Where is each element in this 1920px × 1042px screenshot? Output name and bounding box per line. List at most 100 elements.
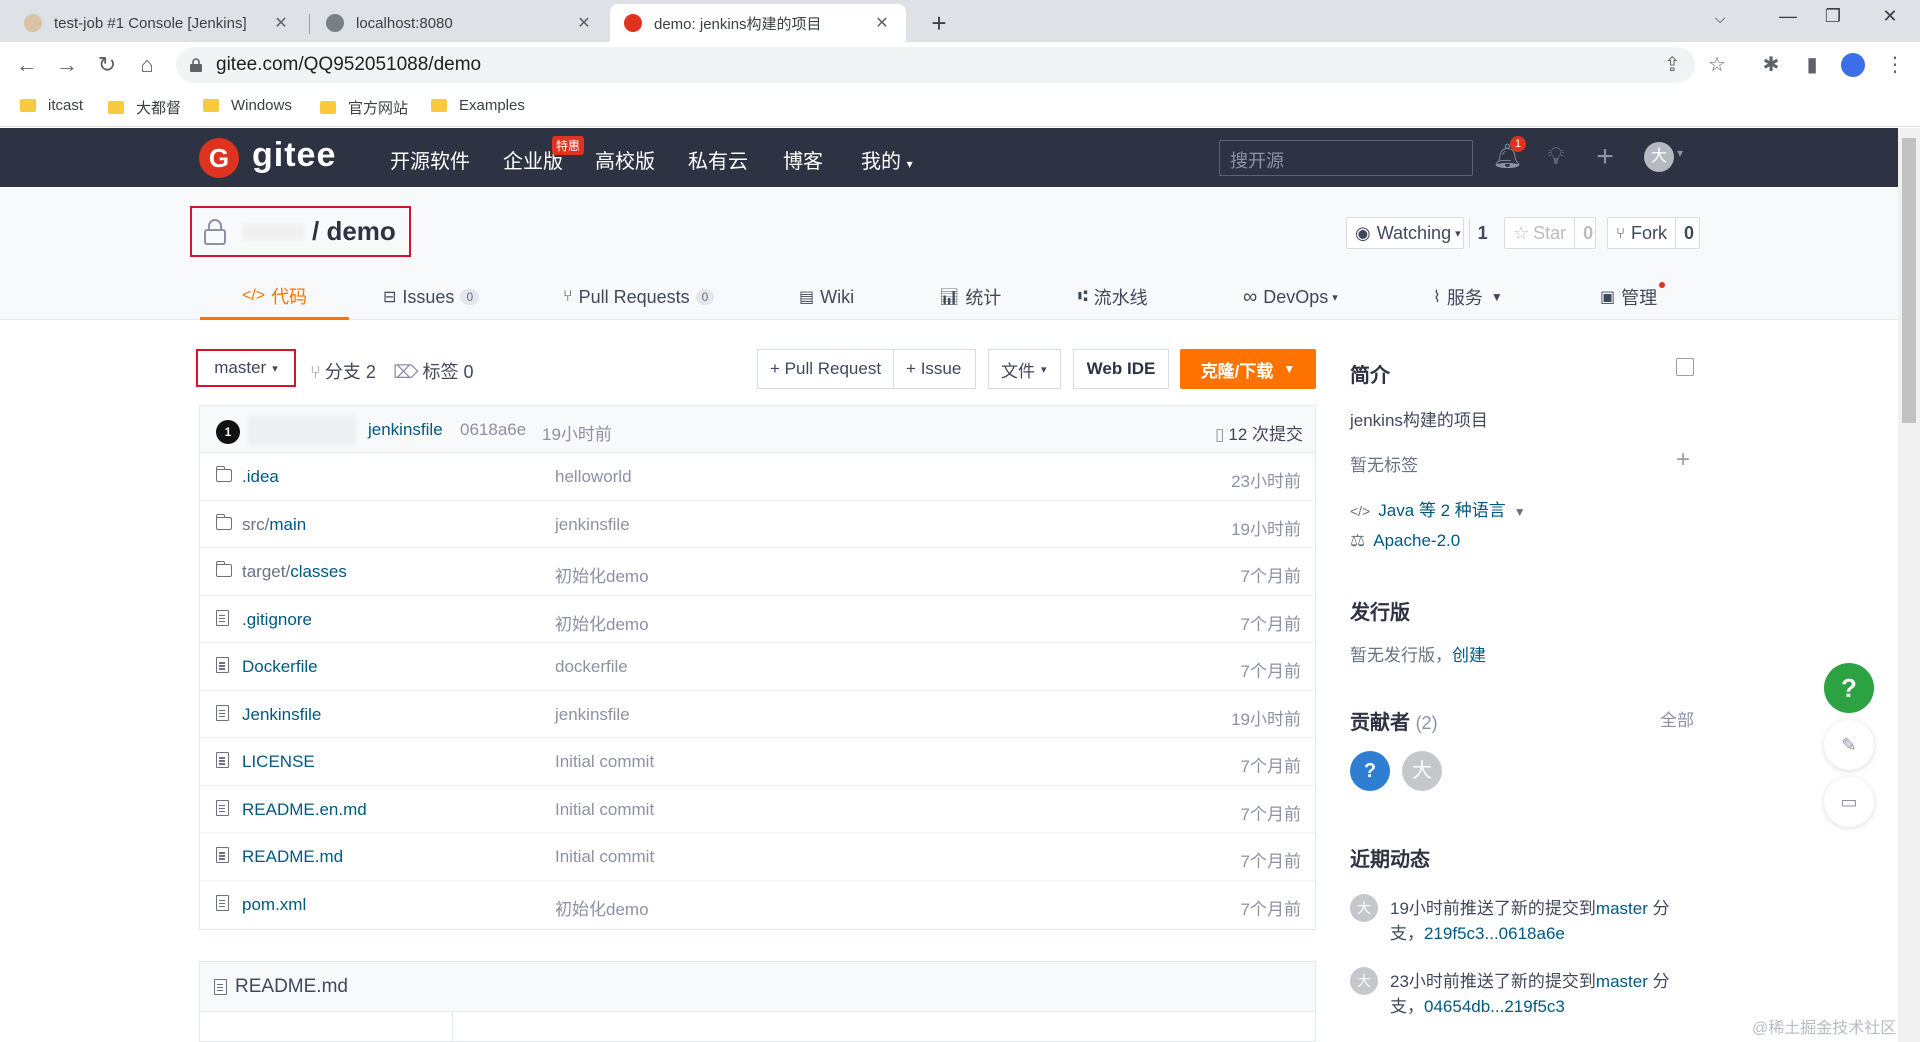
file-row[interactable]: LICENSE Initial commit 7个月前 <box>200 738 1315 786</box>
file-commit-message[interactable]: helloworld <box>555 467 632 487</box>
file-commit-message[interactable]: Initial commit <box>555 800 654 820</box>
file-row[interactable]: pom.xml 初始化demo 7个月前 <box>200 881 1315 929</box>
tab-pipeline[interactable]: ⑆ 流水线 <box>1078 274 1148 320</box>
activity-commit-range-link[interactable]: 219f5c3...0618a6e <box>1424 924 1565 943</box>
file-row[interactable]: .gitignore 初始化demo 7个月前 <box>200 596 1315 643</box>
branches-link[interactable]: ⑂ 分支 2 <box>310 358 376 384</box>
tab-stats[interactable]: 📊︎ 统计 <box>939 274 1001 320</box>
file-name-link[interactable]: Jenkinsfile <box>242 705 321 725</box>
bookmark-itcast[interactable]: itcast <box>20 97 83 114</box>
branch-selector[interactable]: master ▾ <box>196 349 296 387</box>
latest-commit-message[interactable]: jenkinsfile <box>368 420 443 440</box>
file-name-link[interactable]: target/classes <box>242 562 347 582</box>
file-commit-message[interactable]: Initial commit <box>555 752 654 772</box>
new-tab-button[interactable]: + <box>924 8 954 39</box>
file-name-link[interactable]: LICENSE <box>242 752 315 772</box>
tab-manage[interactable]: ▣ 管理 <box>1600 274 1666 320</box>
new-pull-request-button[interactable]: + Pull Request <box>758 350 893 388</box>
file-commit-message[interactable]: dockerfile <box>555 657 628 677</box>
nav-private-cloud[interactable]: 私有云 <box>688 145 748 174</box>
file-name-link[interactable]: .gitignore <box>242 610 312 630</box>
caret-down-icon[interactable]: ▾ <box>1677 146 1683 160</box>
activity-avatar[interactable]: 大 <box>1350 894 1378 922</box>
all-contributors-link[interactable]: 全部 <box>1660 706 1694 731</box>
close-window-button[interactable]: ✕ <box>1875 6 1905 27</box>
browser-tab-localhost[interactable]: localhost:8080 ✕ <box>312 4 608 42</box>
scrollbar-thumb[interactable] <box>1902 138 1916 423</box>
file-row[interactable]: target/classes 初始化demo 7个月前 <box>200 548 1315 596</box>
watching-button[interactable]: ◉ Watching ▾ 1 <box>1346 217 1488 249</box>
nav-open-source[interactable]: 开源软件 <box>390 145 470 174</box>
file-menu-button[interactable]: 文件 ▾ <box>988 349 1061 389</box>
file-row[interactable]: Dockerfile dockerfile 7个月前 <box>200 643 1315 691</box>
file-name-link[interactable]: pom.xml <box>242 895 306 915</box>
share-icon[interactable]: ⇪ <box>1664 52 1681 77</box>
edit-intro-icon[interactable] <box>1676 358 1694 376</box>
repo-owner-redacted[interactable] <box>242 223 304 240</box>
gitee-logo-text[interactable]: gitee <box>252 136 336 175</box>
create-plus-icon[interactable]: + <box>1590 142 1620 172</box>
nav-blog[interactable]: 博客 <box>783 145 823 174</box>
latest-commit-hash[interactable]: 0618a6e <box>460 420 526 440</box>
chat-message-button[interactable]: ▭ <box>1824 777 1874 827</box>
tab-issues[interactable]: ⊟ Issues 0 <box>383 274 480 320</box>
forward-button[interactable]: → <box>52 50 82 80</box>
close-tab-icon[interactable]: ✕ <box>271 13 291 33</box>
file-commit-message[interactable]: 初始化demo <box>555 562 649 587</box>
tab-search-chevron-icon[interactable]: ⌵ <box>1705 10 1735 27</box>
bookmark-dadudu[interactable]: 大都督 <box>108 97 181 118</box>
tab-devops[interactable]: ∞ DevOps ▾ <box>1243 274 1338 320</box>
activity-avatar[interactable]: 大 <box>1350 967 1378 995</box>
commit-count-link[interactable]: ▯ 12 次提交 <box>1215 420 1303 445</box>
tab-wiki[interactable]: ▤ Wiki <box>799 274 854 320</box>
activity-branch-link[interactable]: master <box>1596 899 1648 918</box>
bookmark-examples[interactable]: Examples <box>431 97 525 114</box>
language-info[interactable]: </> Java 等 2 种语言 ▼ <box>1350 496 1526 521</box>
file-name-link[interactable]: README.md <box>242 847 343 867</box>
file-commit-message[interactable]: 初始化demo <box>555 895 649 920</box>
repo-name[interactable]: / demo <box>312 216 396 247</box>
tab-services[interactable]: ⌇ 服务 ▼ <box>1433 274 1503 320</box>
close-tab-icon[interactable]: ✕ <box>872 13 892 33</box>
fork-button[interactable]: ⑂ Fork 0 <box>1607 217 1700 249</box>
lightbulb-icon[interactable]: 💡︎ <box>1541 142 1571 172</box>
file-name-link[interactable]: src/main <box>242 515 306 535</box>
contributor-avatar[interactable]: ? <box>1350 751 1390 791</box>
file-commit-message[interactable]: 初始化demo <box>555 610 649 635</box>
minimize-window-button[interactable]: — <box>1773 6 1803 27</box>
web-ide-button[interactable]: Web IDE <box>1073 349 1169 389</box>
side-panel-icon[interactable]: ▮ <box>1797 50 1827 80</box>
bookmark-windows[interactable]: Windows <box>203 97 292 114</box>
activity-commit-range-link[interactable]: 04654db...219f5c3 <box>1424 997 1565 1016</box>
contributor-avatar[interactable]: 大 <box>1402 751 1442 791</box>
bookmark-star-icon[interactable]: ☆ <box>1708 52 1726 77</box>
new-issue-button[interactable]: + Issue <box>893 350 973 388</box>
file-row[interactable]: .idea helloworld 23小时前 <box>200 453 1315 501</box>
create-release-link[interactable]: 创建 <box>1452 646 1486 665</box>
tab-code[interactable]: </> 代码 <box>200 274 350 320</box>
gitee-logo-icon[interactable]: G <box>199 138 239 178</box>
browser-tab-jenkins-console[interactable]: test-job #1 Console [Jenkins] ✕ <box>10 4 305 42</box>
extensions-puzzle-icon[interactable]: ✱ <box>1756 50 1786 80</box>
committer-avatar[interactable]: 1 <box>216 420 240 444</box>
clone-download-button[interactable]: 克隆/下载 ▼ <box>1180 349 1316 389</box>
home-button[interactable]: ⌂ <box>132 50 162 80</box>
browser-tab-gitee-demo[interactable]: demo: jenkins构建的项目 ✕ <box>610 4 906 42</box>
address-bar[interactable]: gitee.com/QQ952051088/demo ⇪ ☆ <box>176 47 1726 83</box>
file-commit-message[interactable]: Initial commit <box>555 847 654 867</box>
file-commit-message[interactable]: jenkinsfile <box>555 515 630 535</box>
user-avatar[interactable]: 大 <box>1644 142 1674 172</box>
activity-branch-link[interactable]: master <box>1596 972 1648 991</box>
file-row[interactable]: README.md Initial commit 7个月前 <box>200 833 1315 881</box>
reload-button[interactable]: ↻ <box>92 50 122 80</box>
file-name-link[interactable]: .idea <box>242 467 279 487</box>
restore-window-button[interactable]: ❐ <box>1818 6 1848 27</box>
file-commit-message[interactable]: jenkinsfile <box>555 705 630 725</box>
back-button[interactable]: ← <box>12 50 42 80</box>
file-name-link[interactable]: Dockerfile <box>242 657 318 677</box>
file-row[interactable]: src/main jenkinsfile 19小时前 <box>200 501 1315 548</box>
page-scrollbar[interactable] <box>1898 128 1920 1042</box>
file-name-link[interactable]: README.en.md <box>242 800 367 820</box>
file-row[interactable]: README.en.md Initial commit 7个月前 <box>200 786 1315 833</box>
bookmark-official-site[interactable]: 官方网站 <box>320 97 408 118</box>
